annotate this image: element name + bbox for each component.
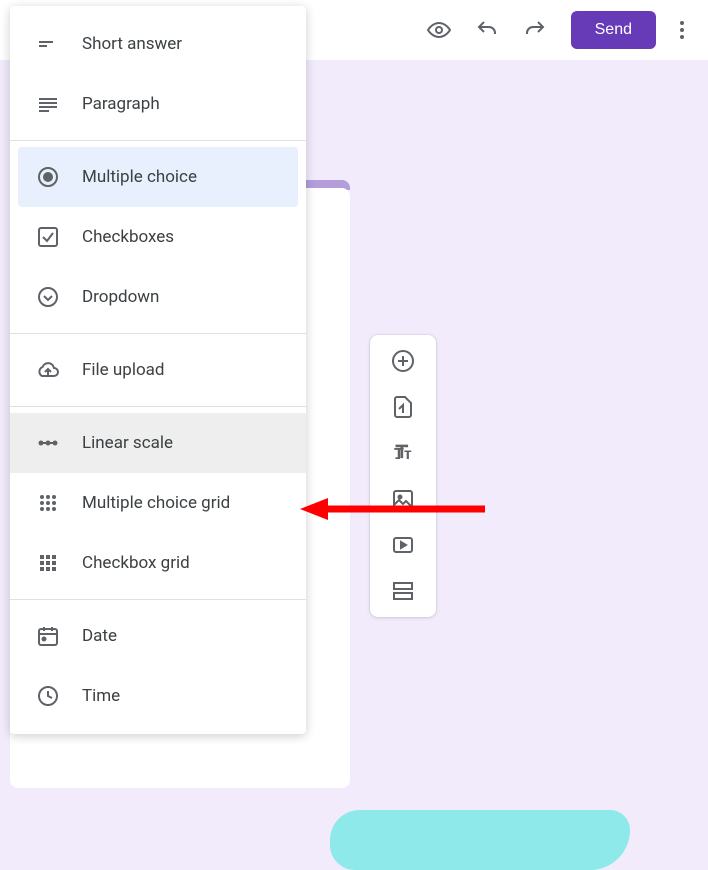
menu-item-label: Multiple choice bbox=[82, 167, 197, 187]
menu-item-linear-scale[interactable]: Linear scale bbox=[10, 413, 306, 473]
import-questions-icon[interactable] bbox=[391, 395, 415, 419]
checkbox-grid-icon bbox=[36, 551, 60, 575]
menu-item-label: Date bbox=[82, 626, 117, 646]
preview-icon[interactable] bbox=[427, 18, 451, 42]
menu-divider bbox=[10, 406, 306, 407]
add-question-icon[interactable] bbox=[391, 349, 415, 373]
linear-scale-icon bbox=[36, 431, 60, 455]
menu-divider bbox=[10, 140, 306, 141]
add-image-icon[interactable] bbox=[391, 487, 415, 511]
menu-item-label: File upload bbox=[82, 360, 164, 380]
menu-item-paragraph[interactable]: Paragraph bbox=[10, 74, 306, 134]
menu-item-multiple-choice[interactable]: Multiple choice bbox=[18, 147, 298, 207]
menu-item-date[interactable]: Date bbox=[10, 606, 306, 666]
menu-item-label: Short answer bbox=[82, 34, 182, 54]
radio-icon bbox=[36, 165, 60, 189]
svg-text:Tᴛ: Tᴛ bbox=[394, 444, 412, 463]
menu-item-label: Multiple choice grid bbox=[82, 493, 230, 513]
annotation-highlight bbox=[330, 810, 630, 870]
checkbox-icon bbox=[36, 225, 60, 249]
menu-item-label: Paragraph bbox=[82, 94, 160, 114]
menu-divider bbox=[10, 599, 306, 600]
menu-item-checkbox-grid[interactable]: Checkbox grid bbox=[10, 533, 306, 593]
add-section-icon[interactable] bbox=[391, 579, 415, 603]
menu-divider bbox=[10, 333, 306, 334]
more-options-icon[interactable] bbox=[680, 21, 684, 39]
paragraph-icon bbox=[36, 92, 60, 116]
menu-item-checkboxes[interactable]: Checkboxes bbox=[10, 207, 306, 267]
short-answer-icon bbox=[36, 32, 60, 56]
menu-item-label: Checkboxes bbox=[82, 227, 174, 247]
menu-item-dropdown[interactable]: Dropdown bbox=[10, 267, 306, 327]
radio-grid-icon bbox=[36, 491, 60, 515]
redo-icon[interactable] bbox=[523, 18, 547, 42]
menu-item-label: Time bbox=[82, 686, 120, 706]
menu-item-label: Linear scale bbox=[82, 433, 173, 453]
question-type-dropdown[interactable]: Short answer Paragraph Multiple choice C… bbox=[10, 6, 306, 734]
dropdown-icon bbox=[36, 285, 60, 309]
menu-item-file-upload[interactable]: File upload bbox=[10, 340, 306, 400]
add-video-icon[interactable] bbox=[391, 533, 415, 557]
menu-item-multiple-choice-grid[interactable]: Multiple choice grid bbox=[10, 473, 306, 533]
side-toolbar: Tᴛ bbox=[370, 335, 436, 617]
undo-icon[interactable] bbox=[475, 18, 499, 42]
cloud-upload-icon bbox=[36, 358, 60, 382]
add-title-icon[interactable]: Tᴛ bbox=[391, 441, 415, 465]
menu-item-time[interactable]: Time bbox=[10, 666, 306, 726]
calendar-icon bbox=[36, 624, 60, 648]
menu-item-short-answer[interactable]: Short answer bbox=[10, 14, 306, 74]
send-button[interactable]: Send bbox=[571, 11, 656, 49]
menu-item-label: Dropdown bbox=[82, 287, 159, 307]
clock-icon bbox=[36, 684, 60, 708]
menu-item-label: Checkbox grid bbox=[82, 553, 190, 573]
